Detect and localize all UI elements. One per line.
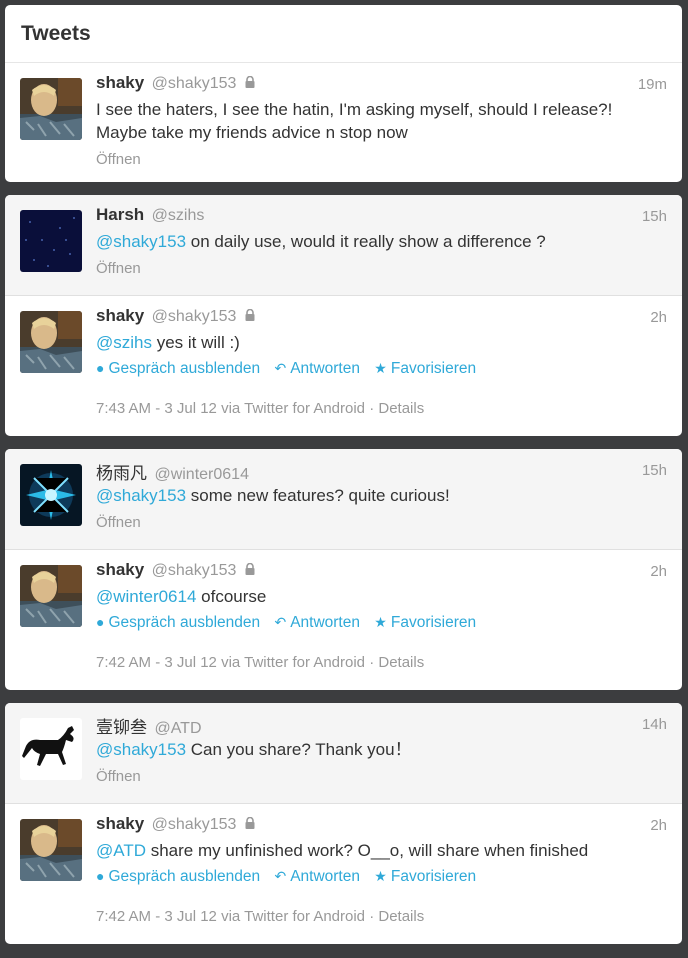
tweet-text: @shaky153 on daily use, would it really …: [96, 232, 546, 251]
tweet-item-expanded[interactable]: shaky @shaky153 2h @ATD share my unfinis…: [5, 803, 682, 944]
tweet-footer: 7:42 AM - 3 Jul 12 via Twitter for Andro…: [96, 908, 424, 925]
star-icon: ★: [374, 614, 387, 630]
lock-icon: [245, 309, 255, 322]
user-handle[interactable]: @shaky153: [152, 816, 237, 833]
avatar[interactable]: [20, 565, 82, 627]
speech-bubble-icon: ●: [96, 360, 105, 376]
tweet-item[interactable]: 杨雨凡 @winter0614 15h @shaky153 some new f…: [5, 449, 682, 549]
timestamp-source[interactable]: 7:42 AM - 3 Jul 12 via Twitter for Andro…: [96, 908, 378, 925]
mention-link[interactable]: @shaky153: [96, 232, 186, 251]
tweet-item[interactable]: 壹铆叁 @ATD 14h @shaky153 Can you share? Th…: [5, 703, 682, 803]
hide-conversation-button[interactable]: ● Gespräch ausblenden: [96, 360, 260, 377]
timestamp-source[interactable]: 7:43 AM - 3 Jul 12 via Twitter for Andro…: [96, 400, 378, 417]
reply-arrow-icon: ↶: [274, 360, 287, 376]
avatar[interactable]: [20, 210, 82, 272]
tweet-time[interactable]: 2h: [650, 817, 667, 834]
timestamp-source[interactable]: 7:42 AM - 3 Jul 12 via Twitter for Andro…: [96, 654, 378, 671]
conversation-card: 杨雨凡 @winter0614 15h @shaky153 some new f…: [5, 449, 682, 690]
mention-link[interactable]: @shaky153: [96, 486, 186, 505]
user-name[interactable]: shaky: [96, 560, 144, 579]
tweet-footer: 7:42 AM - 3 Jul 12 via Twitter for Andro…: [96, 654, 424, 671]
reply-arrow-icon: ↶: [274, 614, 287, 630]
tweets-header: Tweets: [5, 5, 682, 63]
avatar[interactable]: [20, 718, 82, 780]
user-name[interactable]: shaky: [96, 73, 144, 92]
tweet-time[interactable]: 2h: [650, 563, 667, 580]
mention-link[interactable]: @winter0614: [96, 587, 196, 606]
user-name[interactable]: 杨雨凡: [96, 464, 147, 483]
open-link[interactable]: Öffnen: [96, 768, 141, 785]
user-handle[interactable]: @shaky153: [152, 562, 237, 579]
tweet-item[interactable]: shaky @shaky153 19m I see the haters, I …: [5, 63, 682, 182]
tweet-time[interactable]: 14h: [642, 716, 667, 733]
tweet-text: @shaky153 some new features? quite curio…: [96, 486, 450, 505]
lock-icon: [245, 817, 255, 830]
favorite-button[interactable]: ★ Favorisieren: [374, 614, 476, 631]
open-link[interactable]: Öffnen: [96, 151, 141, 168]
hide-conversation-button[interactable]: ● Gespräch ausblenden: [96, 868, 260, 885]
speech-bubble-icon: ●: [96, 614, 105, 630]
tweet-text: @winter0614 ofcourse: [96, 587, 267, 606]
mention-link[interactable]: @shaky153: [96, 740, 186, 759]
speech-bubble-icon: ●: [96, 868, 105, 884]
user-name[interactable]: shaky: [96, 814, 144, 833]
user-name[interactable]: shaky: [96, 306, 144, 325]
details-link[interactable]: Details: [378, 400, 424, 417]
open-link[interactable]: Öffnen: [96, 514, 141, 531]
favorite-button[interactable]: ★ Favorisieren: [374, 868, 476, 885]
avatar[interactable]: [20, 464, 82, 526]
tweet-item-expanded[interactable]: shaky @shaky153 2h @winter0614 ofcourse …: [5, 549, 682, 690]
page-title: Tweets: [21, 21, 91, 45]
mention-link[interactable]: @szihs: [96, 333, 152, 352]
avatar[interactable]: [20, 311, 82, 373]
tweets-card: Tweets shaky @shaky153 19m I see the hat…: [5, 5, 682, 182]
avatar[interactable]: [20, 819, 82, 881]
lock-icon: [245, 563, 255, 576]
tweet-time[interactable]: 15h: [642, 208, 667, 225]
user-handle[interactable]: @szihs: [152, 207, 205, 224]
tweet-text: @szihs yes it will :): [96, 333, 240, 352]
hide-conversation-button[interactable]: ● Gespräch ausblenden: [96, 614, 260, 631]
tweet-text: @ATD share my unfinished work? O__o, wil…: [96, 841, 589, 860]
reply-button[interactable]: ↶ Antworten: [274, 614, 360, 631]
details-link[interactable]: Details: [378, 908, 424, 925]
tweet-text: I see the haters, I see the hatin, I'm a…: [96, 100, 613, 142]
tweet-actions: ● Gespräch ausblenden ↶ Antworten ★ Favoris…: [96, 360, 486, 378]
tweet-actions: ● Gespräch ausblenden ↶ Antworten ★ Favoris…: [96, 868, 486, 886]
user-name[interactable]: Harsh: [96, 205, 144, 224]
user-handle[interactable]: @shaky153: [152, 308, 237, 325]
avatar[interactable]: [20, 78, 82, 140]
lock-icon: [245, 76, 255, 89]
favorite-button[interactable]: ★ Favorisieren: [374, 360, 476, 377]
tweet-item[interactable]: Harsh @szihs 15h @shaky153 on daily use,…: [5, 195, 682, 295]
tweet-actions: ● Gespräch ausblenden ↶ Antworten ★ Favoris…: [96, 614, 486, 632]
tweet-time[interactable]: 15h: [642, 462, 667, 479]
star-icon: ★: [374, 868, 387, 884]
user-handle[interactable]: @shaky153: [152, 75, 237, 92]
user-handle[interactable]: @ATD: [154, 720, 201, 737]
tweet-time[interactable]: 2h: [650, 309, 667, 326]
reply-button[interactable]: ↶ Antworten: [274, 360, 360, 377]
mention-link[interactable]: @ATD: [96, 841, 146, 860]
user-handle[interactable]: @winter0614: [154, 466, 249, 483]
reply-arrow-icon: ↶: [274, 868, 287, 884]
user-name[interactable]: 壹铆叁: [96, 718, 147, 737]
conversation-card: Harsh @szihs 15h @shaky153 on daily use,…: [5, 195, 682, 436]
tweet-text: @shaky153 Can you share? Thank you！: [96, 740, 412, 759]
details-link[interactable]: Details: [378, 654, 424, 671]
star-icon: ★: [374, 360, 387, 376]
tweet-item-expanded[interactable]: shaky @shaky153 2h @szihs yes it will :)…: [5, 295, 682, 436]
conversation-card: 壹铆叁 @ATD 14h @shaky153 Can you share? Th…: [5, 703, 682, 944]
open-link[interactable]: Öffnen: [96, 260, 141, 277]
reply-button[interactable]: ↶ Antworten: [274, 868, 360, 885]
tweet-footer: 7:43 AM - 3 Jul 12 via Twitter for Andro…: [96, 400, 424, 417]
tweet-time[interactable]: 19m: [638, 76, 667, 93]
